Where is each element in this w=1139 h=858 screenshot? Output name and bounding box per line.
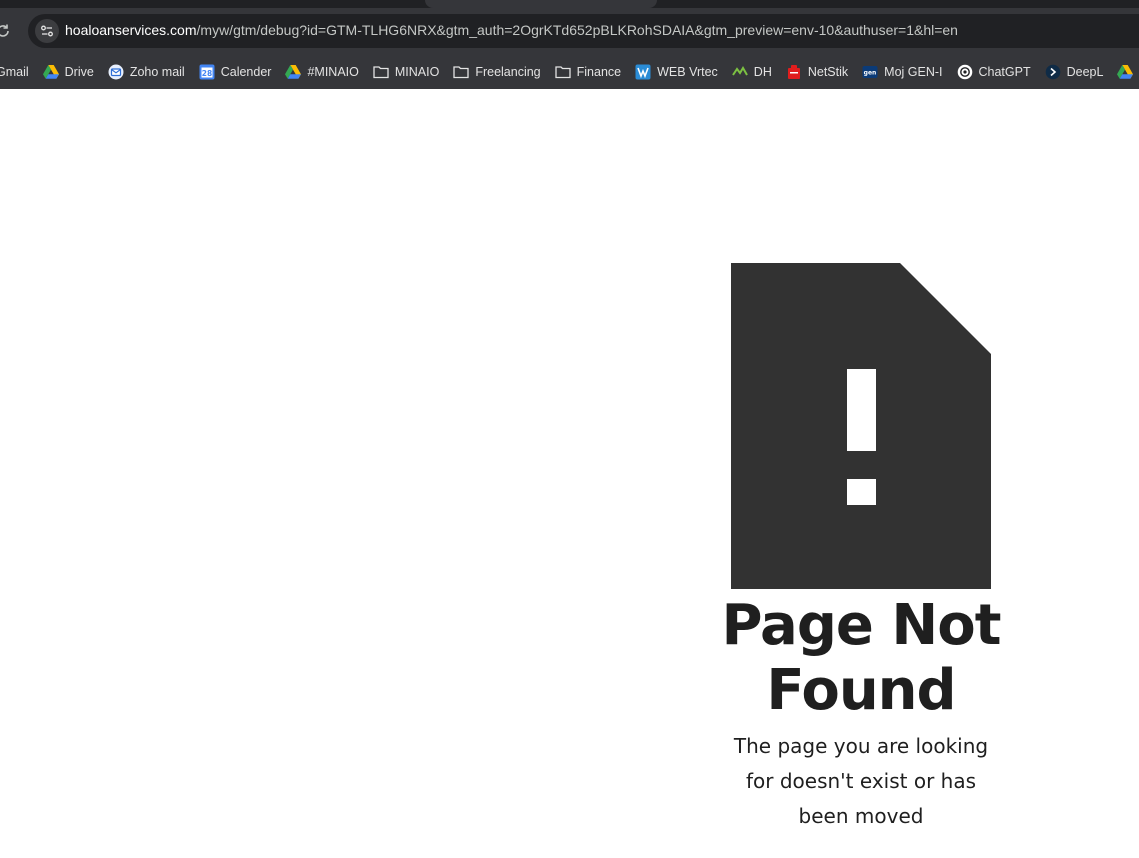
dh-icon — [731, 64, 748, 80]
bookmark-moj-gen-i[interactable]: gen Moj GEN-I — [855, 59, 949, 85]
url-path: /myw/gtm/debug?id=GTM-TLHG6NRX&gtm_auth=… — [196, 22, 958, 38]
google-drive-icon — [42, 64, 59, 80]
tab-strip — [0, 0, 1139, 8]
bookmark-label: WEB Vrtec — [657, 64, 718, 79]
error-container: Page Not Found The page you are looking … — [722, 263, 1002, 834]
bookmark-overflow-drive[interactable] — [1110, 59, 1139, 85]
bookmark-label: #MINAIO — [307, 64, 359, 79]
error-message: The page you are looking for doesn't exi… — [733, 734, 989, 828]
bookmark-zoho-mail[interactable]: Zoho mail — [101, 59, 192, 85]
bookmark-label: Moj GEN-I — [884, 64, 943, 79]
gen-i-icon: gen — [862, 64, 878, 80]
bookmark-label: Gmail — [0, 64, 29, 79]
browser-toolbar: hoaloanservices.com/myw/gtm/debug?id=GTM… — [0, 8, 1139, 54]
bookmark-folder-freelancing[interactable]: Freelancing — [446, 59, 547, 85]
google-drive-icon — [1117, 64, 1134, 80]
bookmark-label: DeepL — [1066, 64, 1104, 79]
bookmark-label: Finance — [576, 64, 622, 79]
bookmark-deepl[interactable]: DeepL — [1038, 59, 1111, 85]
bookmark-label: NetStik — [807, 64, 849, 79]
google-drive-icon — [285, 64, 302, 80]
bookmark-gmail[interactable]: Gmail — [0, 59, 36, 85]
page-title: Page Not Found — [721, 593, 1002, 723]
google-calendar-icon: 28 — [199, 64, 215, 80]
url-host: hoaloanservices.com — [65, 22, 197, 38]
bookmark-label: ChatGPT — [978, 64, 1031, 79]
bookmark-label: Calender — [220, 64, 272, 79]
folder-icon — [373, 64, 389, 80]
address-bar[interactable]: hoaloanservices.com/myw/gtm/debug?id=GTM… — [28, 14, 1139, 48]
bookmark-chatgpt[interactable]: ChatGPT — [950, 59, 1038, 85]
bookmark-dh[interactable]: DH — [725, 59, 779, 85]
svg-text:gen: gen — [864, 69, 877, 76]
folder-icon — [554, 64, 571, 80]
url-text[interactable]: hoaloanservices.com/myw/gtm/debug?id=GTM… — [65, 22, 958, 38]
bookmark-label: Drive — [64, 64, 94, 79]
folder-icon — [453, 64, 469, 80]
bookmark-label: MINAIO — [394, 64, 440, 79]
bookmark-drive[interactable]: Drive — [36, 59, 101, 85]
bookmark-calendar[interactable]: 28 Calender — [192, 59, 279, 85]
page-content: Page Not Found The page you are looking … — [0, 89, 1139, 858]
active-tab[interactable] — [425, 0, 657, 8]
deepl-icon — [1045, 64, 1061, 80]
bookmark-web-vrtec[interactable]: WEB Vrtec — [628, 59, 725, 85]
zoho-mail-icon — [108, 64, 124, 80]
svg-text:28: 28 — [202, 69, 212, 78]
bookmark-folder-finance[interactable]: Finance — [548, 59, 628, 85]
document-exclamation-icon — [731, 263, 991, 589]
bookmarks-bar: Gmail Drive Zoho mail 28 Calender #MINAI… — [0, 54, 1139, 89]
reload-icon[interactable] — [0, 22, 12, 40]
bookmark-folder-minaio[interactable]: MINAIO — [366, 59, 446, 85]
browser-chrome: hoaloanservices.com/myw/gtm/debug?id=GTM… — [0, 0, 1139, 89]
chatgpt-icon — [957, 64, 973, 80]
site-settings-icon[interactable] — [35, 19, 59, 43]
bookmark-minaio-drive[interactable]: #MINAIO — [278, 59, 365, 85]
bookmark-netstik[interactable]: NetStik — [779, 59, 855, 85]
netstik-icon — [786, 64, 802, 80]
bookmark-label: Zoho mail — [129, 64, 185, 79]
web-vrtec-icon — [635, 64, 651, 80]
bookmark-label: DH — [753, 64, 772, 79]
bookmark-label: Freelancing — [475, 64, 541, 79]
